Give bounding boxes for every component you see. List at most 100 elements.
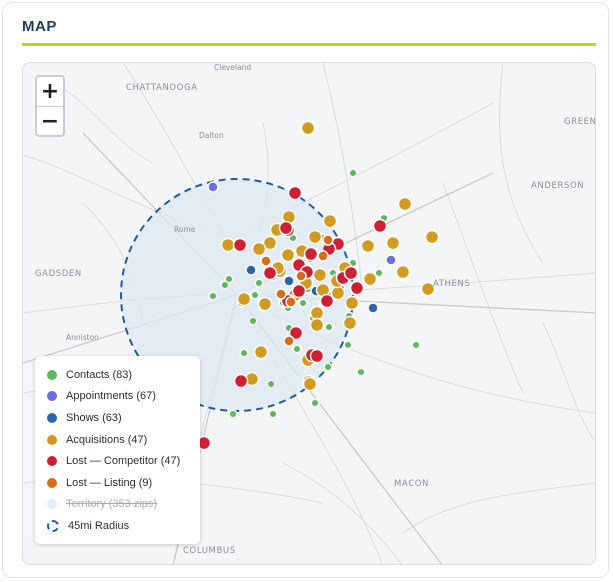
acquisitions-marker[interactable]: [362, 271, 378, 287]
lost-competitor-marker[interactable]: [291, 283, 307, 299]
acquisitions-marker[interactable]: [251, 241, 267, 257]
contacts-marker[interactable]: [292, 344, 302, 354]
legend-swatch-icon: [47, 434, 57, 445]
contacts-marker[interactable]: [266, 379, 276, 389]
contacts-marker[interactable]: [250, 290, 260, 300]
acquisitions-marker[interactable]: [385, 235, 401, 251]
contacts-marker[interactable]: [228, 409, 238, 419]
lost-listing-marker[interactable]: [275, 288, 287, 300]
city-label: COLUMBUS: [183, 546, 236, 556]
lost-competitor-marker[interactable]: [309, 348, 325, 364]
shows-marker[interactable]: [245, 264, 257, 276]
contacts-marker[interactable]: [411, 340, 421, 350]
lost-competitor-marker[interactable]: [232, 237, 248, 253]
lost-competitor-marker[interactable]: [262, 265, 278, 281]
shows-marker[interactable]: [367, 302, 379, 314]
legend-swatch-icon: [47, 369, 57, 380]
acquisitions-marker[interactable]: [360, 238, 376, 254]
acquisitions-marker[interactable]: [253, 344, 269, 360]
acquisitions-marker[interactable]: [220, 237, 236, 253]
lost-competitor-marker[interactable]: [319, 293, 335, 309]
legend-item-appointments[interactable]: Appointments (67): [47, 386, 200, 408]
contacts-marker[interactable]: [220, 280, 230, 290]
lost-competitor-marker[interactable]: [349, 280, 365, 296]
panel-title: MAP: [22, 18, 57, 35]
map-card: MAP Cleveland CHATTANOOGA GREEN Dalton ANDER…: [2, 2, 609, 578]
contacts-marker[interactable]: [348, 168, 358, 178]
city-label: GADSDEN: [35, 269, 82, 279]
city-label: Cleveland: [214, 63, 252, 72]
city-label: ANDERSON: [531, 181, 585, 191]
acquisitions-marker[interactable]: [397, 196, 413, 212]
city-label: Rome: [174, 225, 196, 234]
legend-label: Appointments (67): [66, 390, 156, 403]
lost-listing-marker[interactable]: [295, 270, 307, 282]
shows-marker[interactable]: [283, 275, 295, 287]
acquisitions-marker[interactable]: [330, 285, 346, 301]
contacts-marker[interactable]: [268, 409, 278, 419]
radius-swatch-icon: [47, 519, 59, 532]
contacts-marker[interactable]: [310, 398, 320, 408]
acquisitions-marker[interactable]: [312, 267, 328, 283]
legend-item-contacts[interactable]: Contacts (83): [47, 364, 200, 386]
acquisitions-marker[interactable]: [257, 296, 273, 312]
zoom-control: + −: [35, 75, 65, 137]
acquisitions-marker[interactable]: [424, 229, 440, 245]
contacts-marker[interactable]: [248, 316, 258, 326]
acquisitions-marker[interactable]: [342, 315, 358, 331]
legend-label: Acquisitions (47): [66, 433, 148, 446]
lost-competitor-marker[interactable]: [233, 373, 249, 389]
contacts-marker[interactable]: [208, 291, 218, 301]
legend-item-radius[interactable]: 45mi Radius: [47, 515, 200, 537]
lost-listing-marker[interactable]: [322, 234, 334, 246]
acquisitions-marker[interactable]: [302, 376, 318, 392]
lost-listing-marker[interactable]: [260, 255, 272, 267]
legend-item-lost-competitor[interactable]: Lost — Competitor (47): [47, 450, 200, 472]
contacts-marker[interactable]: [356, 367, 366, 377]
legend-swatch-icon: [47, 477, 57, 488]
lost-competitor-marker[interactable]: [372, 218, 388, 234]
acquisitions-marker[interactable]: [309, 317, 325, 333]
acquisitions-marker[interactable]: [344, 295, 360, 311]
contacts-marker[interactable]: [254, 278, 264, 288]
lost-listing-marker[interactable]: [317, 250, 329, 262]
contacts-marker[interactable]: [324, 322, 334, 332]
lost-listing-marker[interactable]: [283, 335, 295, 347]
city-label: Anniston: [66, 333, 99, 342]
lost-competitor-marker[interactable]: [278, 220, 294, 236]
contacts-marker[interactable]: [239, 348, 249, 358]
appointments-marker[interactable]: [207, 181, 219, 193]
lost-competitor-marker[interactable]: [343, 265, 359, 281]
acquisitions-marker[interactable]: [309, 305, 325, 321]
acquisitions-marker[interactable]: [280, 247, 296, 263]
lost-listing-marker[interactable]: [285, 296, 297, 308]
map-canvas[interactable]: Cleveland CHATTANOOGA GREEN Dalton ANDERSON R…: [22, 62, 596, 565]
city-label: Dalton: [199, 131, 224, 140]
acquisitions-marker[interactable]: [395, 264, 411, 280]
contacts-marker[interactable]: [298, 298, 308, 308]
acquisitions-marker[interactable]: [300, 120, 316, 136]
legend-item-acquisitions[interactable]: Acquisitions (47): [47, 429, 200, 451]
city-label: GREEN: [564, 117, 596, 127]
map-legend: Contacts (83) Appointments (67) Shows (63)…: [35, 356, 200, 544]
legend-swatch-icon: [47, 499, 57, 510]
lost-competitor-marker[interactable]: [287, 185, 303, 201]
acquisitions-marker[interactable]: [322, 213, 338, 229]
legend-item-shows[interactable]: Shows (63): [47, 407, 200, 429]
legend-list: Contacts (83) Appointments (67) Shows (63)…: [47, 364, 200, 537]
title-underline: [22, 43, 596, 46]
zoom-in-button[interactable]: +: [37, 77, 63, 107]
legend-swatch-icon: [47, 456, 57, 467]
city-label: ATHENS: [433, 279, 471, 289]
legend-item-territory[interactable]: Territory (353 zips): [47, 494, 200, 516]
acquisitions-marker[interactable]: [236, 291, 252, 307]
city-label: CHATTANOOGA: [126, 83, 198, 93]
legend-label: 45mi Radius: [68, 519, 130, 532]
contacts-marker[interactable]: [343, 340, 353, 350]
legend-item-lost-listing[interactable]: Lost — Listing (9): [47, 472, 200, 494]
contacts-marker[interactable]: [323, 362, 333, 372]
acquisitions-marker[interactable]: [307, 229, 323, 245]
appointments-marker[interactable]: [385, 254, 397, 266]
lost-competitor-marker[interactable]: [303, 246, 319, 262]
zoom-out-button[interactable]: −: [37, 107, 63, 136]
